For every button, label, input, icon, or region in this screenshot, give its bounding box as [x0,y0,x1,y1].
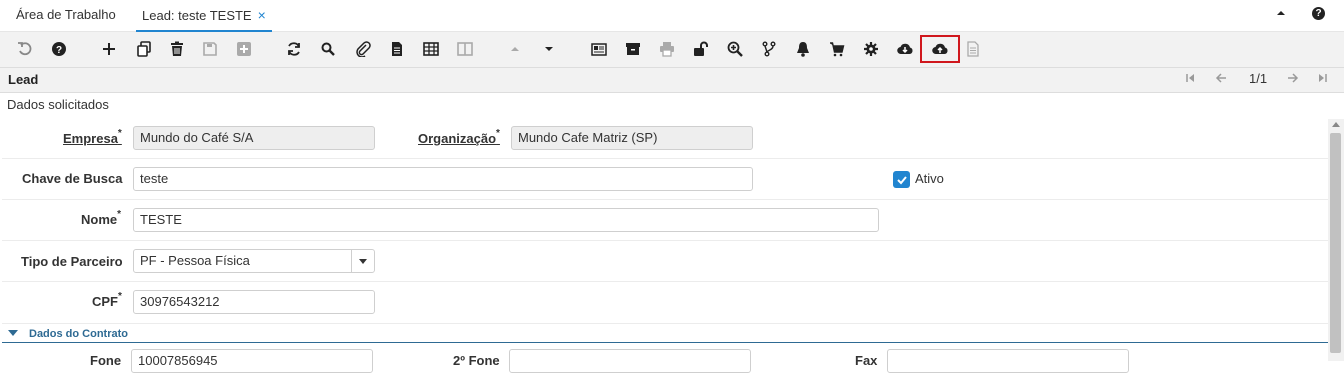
save-new-icon[interactable] [233,38,255,60]
nome-label: Nome* [81,209,122,227]
form-row-empresa: Empresa* Mundo do Café S/A Organização* … [2,119,1328,159]
first-record-icon[interactable] [1185,71,1195,88]
form-row-cpf: CPF* 30976543212 [2,282,1328,324]
fone2-label: 2º Fone [453,353,500,368]
fone-label: Fone [90,353,122,368]
download-cloud-icon[interactable] [894,38,916,60]
required-marker: * [118,291,122,302]
tab-label: Área de Trabalho [16,7,116,22]
undo-icon[interactable] [14,38,36,60]
split-view-icon[interactable] [454,38,476,60]
collapse-icon[interactable] [1276,8,1286,21]
close-icon[interactable]: × [258,7,266,23]
required-marker: * [117,209,122,220]
previous-record-arrow-icon[interactable] [1215,71,1227,88]
ativo-checkbox[interactable] [893,171,910,188]
process-icon[interactable] [860,38,882,60]
tipo-parceiro-label: Tipo de Parceiro [21,254,123,269]
previous-record-icon[interactable] [504,38,526,60]
delete-icon[interactable] [166,38,188,60]
organizacao-field[interactable]: Mundo Cafe Matriz (SP) [511,126,753,150]
form-row-chave: Chave de Busca teste Ativo [2,159,1328,200]
ativo-label: Ativo [915,171,944,186]
tab-lead[interactable]: Lead: teste TESTE × [136,0,272,32]
chave-label: Chave de Busca [22,171,123,186]
empresa-field[interactable]: Mundo do Café S/A [133,126,375,150]
form-panel: Dados solicitados Empresa* Mundo do Café… [0,92,1344,373]
tipo-parceiro-value: PF - Pessoa Física [140,253,250,268]
nome-input[interactable]: TESTE [133,208,879,232]
save-icon[interactable] [199,38,221,60]
window-title: Lead [8,72,39,87]
nome-label-text: Nome [81,212,118,227]
svg-text:?: ? [56,45,62,56]
organizacao-label[interactable]: Organização* [418,128,500,146]
next-record-icon[interactable] [538,38,560,60]
copy-icon[interactable] [133,38,155,60]
vertical-scrollbar[interactable] [1328,119,1344,361]
last-record-icon[interactable] [1318,71,1328,88]
form-row-tipo: Tipo de Parceiro PF - Pessoa Física [2,241,1328,282]
tipo-parceiro-select[interactable]: PF - Pessoa Física [133,249,375,273]
find-icon[interactable] [317,38,339,60]
print-icon[interactable] [656,38,678,60]
fax-input[interactable] [887,349,1129,373]
fax-label: Fax [855,353,878,368]
chave-de-busca-input[interactable]: teste [133,167,753,191]
chevron-down-icon [359,258,367,264]
organizacao-label-text: Organização [418,131,497,146]
fone2-input[interactable] [509,349,751,373]
fone-input[interactable]: 10007856945 [131,349,373,373]
grid-toggle-icon[interactable] [420,38,442,60]
workflow-icon[interactable] [758,38,780,60]
tab-bar: Área de Trabalho Lead: teste TESTE × ? [0,0,1344,32]
refresh-icon[interactable] [283,38,305,60]
dropdown-button[interactable] [351,250,374,272]
report-icon[interactable] [588,38,610,60]
tab-label: Lead: teste TESTE [142,8,252,23]
attachment-icon[interactable] [352,38,374,60]
empresa-label-text: Empresa [63,131,118,146]
scroll-up-icon[interactable] [1332,122,1340,127]
next-record-arrow-icon[interactable] [1287,71,1299,88]
help-icon[interactable]: ? [1312,7,1325,20]
cpf-input[interactable]: 30976543212 [133,290,375,314]
section-title: Dados solicitados [7,97,109,112]
toolbar: ? [0,32,1344,68]
required-marker: * [496,128,500,139]
window-header: Lead 1/1 [0,68,1344,92]
collapse-triangle-icon[interactable] [8,330,18,336]
note-icon[interactable] [386,38,408,60]
cpf-label-text: CPF [92,294,118,309]
zoom-across-icon[interactable] [724,38,746,60]
help-icon[interactable]: ? [48,38,70,60]
notice-icon[interactable] [792,38,814,60]
cart-icon[interactable] [826,38,848,60]
tab-desktop[interactable]: Área de Trabalho [10,0,122,32]
required-marker: * [117,128,122,139]
cpf-label: CPF* [92,291,122,309]
document-icon[interactable] [962,38,984,60]
new-icon[interactable] [98,38,120,60]
upload-cloud-icon[interactable] [920,35,960,63]
record-counter: 1/1 [1249,71,1268,86]
group-dados-contrato[interactable]: Dados do Contrato [2,325,1328,343]
empresa-label[interactable]: Empresa* [63,128,122,146]
lock-icon[interactable] [690,38,712,60]
archive-icon[interactable] [622,38,644,60]
scroll-thumb[interactable] [1330,133,1341,353]
group-title: Dados do Contrato [29,328,128,340]
form-row-nome: Nome* TESTE [2,200,1328,241]
